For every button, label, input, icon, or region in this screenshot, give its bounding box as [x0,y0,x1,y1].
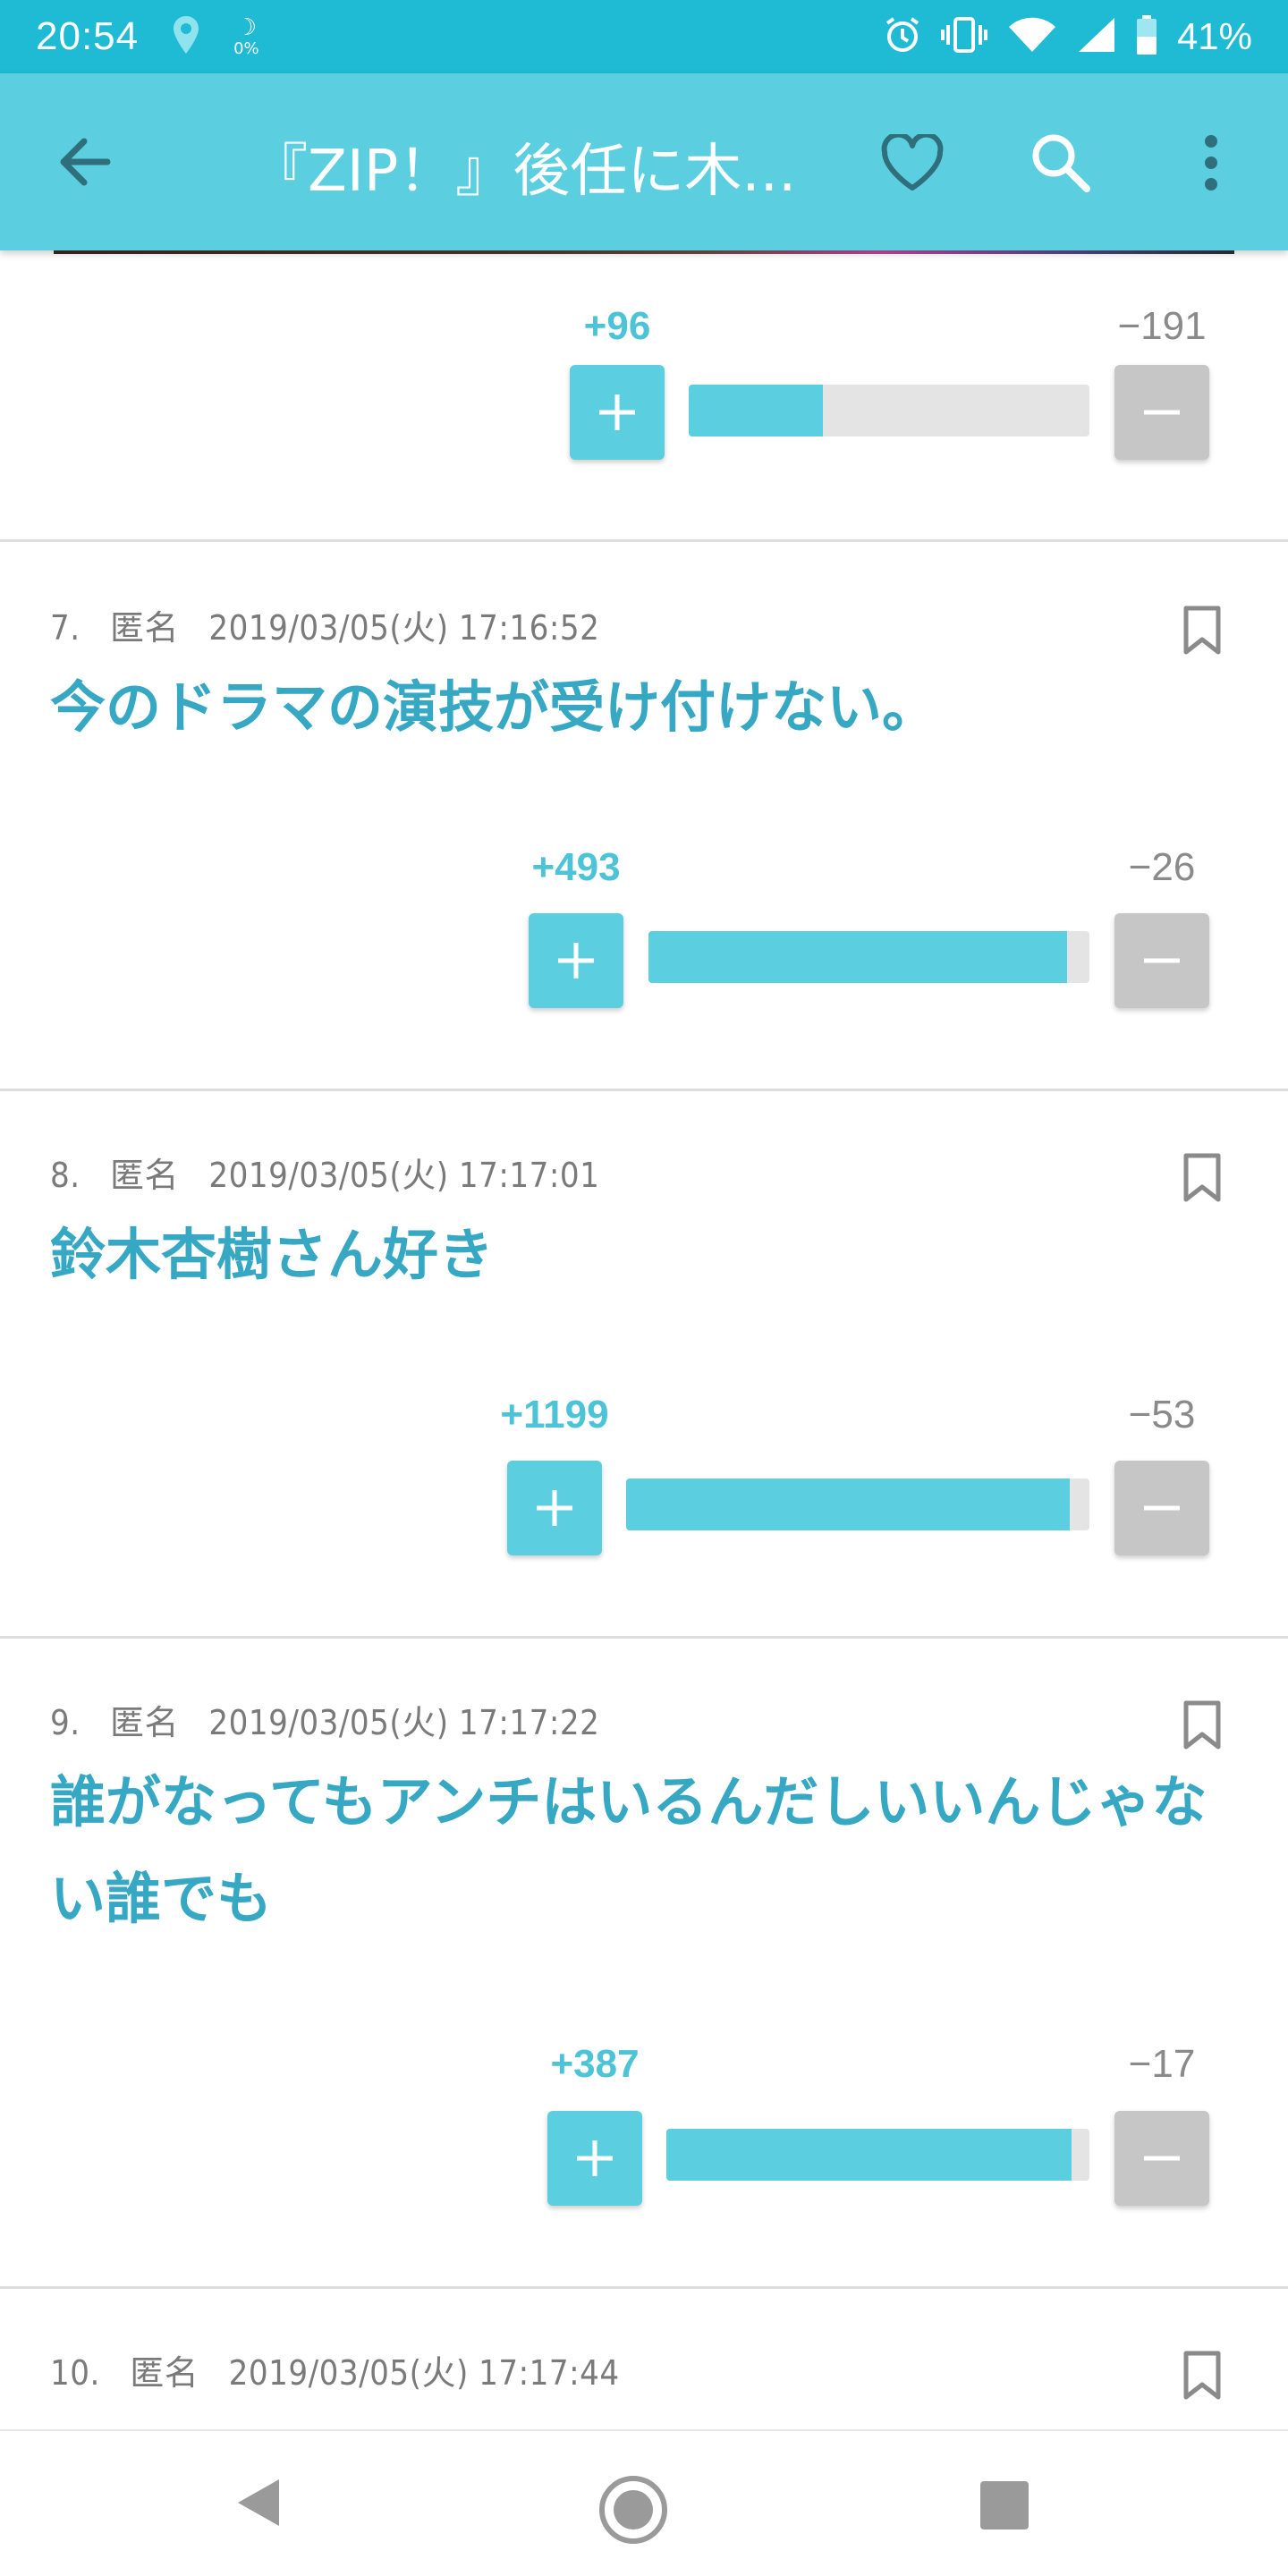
status-bar: 20:54 ☽ 0% 41% [0,0,1288,73]
comment-meta: 8. 匿名 2019/03/05(火) 17:17:01 [50,1148,619,1197]
minus-icon [1144,1505,1180,1511]
comment-author: 匿名 [109,1156,179,1195]
battery-icon [1136,15,1157,58]
page-title: 『ZIP！』後任に木... [250,139,797,205]
comment-author: 匿名 [109,608,179,648]
comment-meta: 10. 匿名 2019/03/05(火) 17:17:44 [50,2345,640,2394]
comment-datetime: 2019/03/05(火) 17:16:52 [208,608,600,648]
minus-button[interactable] [1114,365,1209,460]
plus-button[interactable] [547,2111,642,2206]
minus-icon [1144,2156,1180,2161]
comment-author: 匿名 [130,2353,199,2393]
signal-icon [1077,16,1116,57]
vote-ratio-fill [626,1479,1071,1530]
minus-button[interactable] [1114,2111,1209,2206]
plus-icon [537,1490,572,1526]
wifi-icon [1007,16,1057,57]
vote-ratio-bar [626,1479,1089,1530]
vote-ratio-bar [689,385,1089,436]
comment-item: 8. 匿名 2019/03/05(火) 17:17:01 鈴木杏樹さん好き +1… [0,1092,1288,1639]
comment-body: 誰がなってもアンチはいるんだしいいんじゃない誰でも [50,1769,1208,1931]
plus-icon [558,943,594,979]
plus-icon [599,394,635,430]
minus-count: −26 [1128,845,1196,889]
search-icon[interactable] [1029,131,1093,195]
plus-icon [577,2140,613,2176]
plus-button[interactable] [570,365,665,460]
comment-datetime: 2019/03/05(火) 17:17:22 [208,1703,600,1742]
bookmark-icon[interactable] [1182,1153,1222,1203]
minus-count: −17 [1128,2042,1196,2086]
plus-count: +493 [531,845,621,889]
nav-back-icon[interactable] [234,2476,283,2533]
comment-datetime: 2019/03/05(火) 17:17:44 [228,2353,620,2393]
comment-number: 10. [50,2353,100,2393]
comment-meta: 9. 匿名 2019/03/05(火) 17:17:22 [50,1695,619,1744]
comment-number: 8. [50,1156,80,1195]
comment-item: 7. 匿名 2019/03/05(火) 17:16:52 今のドラマの演技が受け… [0,545,1288,1091]
minus-icon [1144,410,1180,415]
vote-ratio-fill [689,385,823,436]
nav-home-icon[interactable] [597,2474,669,2549]
app-bar: 『ZIP！』後任に木... [0,73,1288,250]
comment-item: +96 −191 [0,250,1288,542]
plus-count: +1199 [500,1393,609,1436]
plus-button[interactable] [507,1461,602,1555]
bookmark-icon[interactable] [1182,606,1222,656]
plus-count: +387 [550,2042,640,2086]
battery-percent: 41% [1176,15,1252,57]
back-arrow-icon[interactable] [54,131,116,193]
comment-meta: 7. 匿名 2019/03/05(火) 17:16:52 [50,600,619,649]
alarm-icon [884,16,921,57]
location-icon [173,16,199,57]
minus-button[interactable] [1114,913,1209,1008]
comment-item: 10. 匿名 2019/03/05(火) 17:17:44 [0,2290,1288,2429]
status-time: 20:54 [36,14,140,58]
comment-body: 鈴木杏樹さん好き [50,1222,495,1287]
bookmark-icon[interactable] [1182,1700,1222,1750]
comment-number: 9. [50,1703,80,1742]
minus-button[interactable] [1114,1461,1209,1555]
system-nav-bar [0,2429,1288,2576]
minus-count: −53 [1128,1393,1196,1436]
plus-count: +96 [583,304,651,348]
minus-icon [1144,958,1180,963]
data-saver-percent: 0% [233,39,259,58]
comment-body: 今のドラマの演技が受け付けない。 [50,674,938,740]
comment-datetime: 2019/03/05(火) 17:17:01 [208,1156,600,1195]
vote-ratio-fill [648,931,1068,983]
minus-count: −191 [1117,304,1207,348]
page: 20:54 ☽ 0% 41% 『ZIP！』後任に木... +96 −191 7.… [0,0,1288,2576]
vibrate-icon [940,16,987,57]
plus-button[interactable] [529,913,623,1008]
comment-item: 9. 匿名 2019/03/05(火) 17:17:22 誰がなってもアンチはい… [0,1640,1288,2289]
comment-author: 匿名 [109,1703,179,1742]
more-options-icon[interactable] [1195,125,1227,200]
vote-ratio-fill [666,2129,1072,2181]
comment-number: 7. [50,608,80,648]
bookmark-icon[interactable] [1182,2351,1222,2401]
vote-ratio-bar [648,931,1089,983]
vote-ratio-bar [666,2129,1089,2181]
nav-recents-icon[interactable] [980,2481,1029,2529]
data-saver-icon: ☽ 0% [233,14,259,58]
favorite-heart-icon[interactable] [880,131,945,193]
